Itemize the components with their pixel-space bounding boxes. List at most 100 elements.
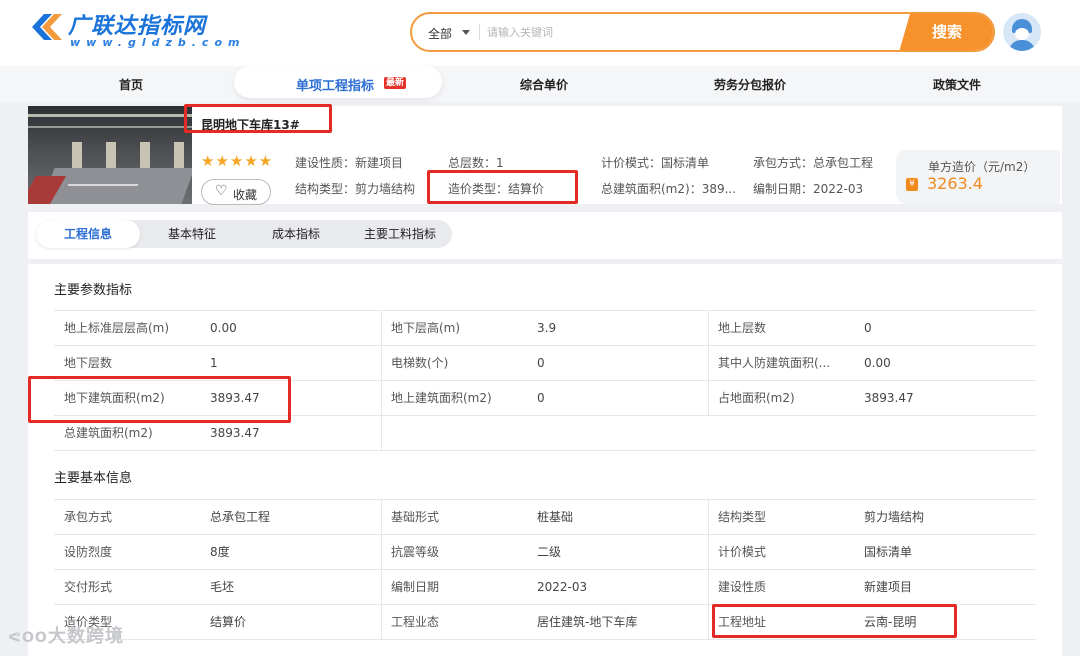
- table-row: 地下建筑面积(m2) 3893.47 地上建筑面积(m2) 0 占地面积(m2)…: [54, 381, 1036, 416]
- nav-item-policy[interactable]: 政策文件: [933, 76, 981, 93]
- attr-contract-mode: 承包方式：总承包工程: [753, 156, 874, 170]
- unit-price-box: 单方造价（元/m2） ¥ 3263.4: [896, 150, 1060, 204]
- watermark: ᕙOO大数跨境: [8, 622, 124, 648]
- rating-stars: ★★★★★: [201, 152, 274, 170]
- divider: [381, 381, 382, 416]
- section-title-basic-info: 主要基本信息: [54, 471, 133, 486]
- divider: [381, 311, 382, 346]
- tab-cost-index[interactable]: 成本指标: [244, 220, 348, 248]
- attr-structure-type: 结构类型：剪力墙结构: [295, 182, 416, 196]
- info-value: 二级: [537, 545, 562, 559]
- divider: [381, 346, 382, 381]
- param-value: 3893.47: [210, 426, 260, 440]
- lane-marking: [67, 184, 139, 186]
- param-label: 地下建筑面积(m2): [64, 391, 165, 405]
- divider: [708, 311, 709, 346]
- info-value: 结算价: [210, 615, 247, 629]
- attr-total-area: 总建筑面积(m2)：389...: [601, 182, 737, 196]
- divider: [708, 346, 709, 381]
- site-logo[interactable]: 广联达指标网 www.gldzb.com: [30, 8, 240, 52]
- divider: [381, 416, 382, 451]
- param-label: 地上建筑面积(m2): [391, 391, 492, 405]
- search-scope-select[interactable]: 全部: [428, 25, 452, 42]
- attr-cost-type: 造价类型：结算价: [448, 182, 545, 196]
- attr-total-floors: 总层数：1: [448, 156, 504, 170]
- tabs-bar: 工程信息 基本特征 成本指标 主要工料指标: [28, 212, 1062, 259]
- divider: [708, 500, 709, 535]
- heart-icon: ♡: [215, 183, 228, 199]
- info-value: 新建项目: [864, 580, 913, 594]
- attr-pricing-mode: 计价模式：国标清单: [601, 156, 710, 170]
- info-value: 2022-03: [537, 580, 588, 594]
- project-title: 昆明地下车库13#: [201, 118, 300, 132]
- param-label: 占地面积(m2): [718, 391, 795, 405]
- param-value: 3893.47: [210, 391, 260, 405]
- table-row: 总建筑面积(m2) 3893.47: [54, 416, 1036, 451]
- info-value: 云南-昆明: [864, 615, 917, 629]
- info-label: 交付形式: [64, 580, 113, 594]
- info-value: 居住建筑-地下车库: [537, 615, 638, 629]
- nav-item-single-project[interactable]: 单项工程指标 最新: [234, 66, 442, 98]
- watermark-text: 大数跨境: [48, 626, 124, 647]
- divider: [708, 605, 709, 640]
- param-value: 0: [537, 391, 545, 405]
- ceiling-light: [28, 126, 192, 128]
- price-icon: ¥: [906, 178, 918, 191]
- search-input[interactable]: [487, 21, 887, 43]
- table-row: 设防烈度 8度 抗震等级 二级 计价模式 国标清单: [54, 535, 1036, 570]
- user-body-icon: [1009, 40, 1035, 51]
- chevron-down-icon[interactable]: [462, 30, 470, 35]
- tab-basic-features[interactable]: 基本特征: [140, 220, 244, 248]
- tab-project-info[interactable]: 工程信息: [36, 220, 140, 248]
- tab-material-index[interactable]: 主要工料指标: [348, 220, 452, 248]
- param-label: 其中人防建筑面积(...: [718, 356, 831, 370]
- project-thumbnail[interactable]: [28, 106, 192, 204]
- favorite-label: 收藏: [233, 188, 258, 202]
- info-value: 毛坯: [210, 580, 235, 594]
- param-value: 1: [210, 356, 218, 370]
- nav-item-home[interactable]: 首页: [119, 76, 143, 93]
- attr-build-nature: 建设性质：新建项目: [295, 156, 404, 170]
- param-label: 地下层高(m): [391, 321, 461, 335]
- unit-price-label: 单方造价（元/m2）: [928, 160, 1036, 174]
- attr-compile-date: 编制日期：2022-03: [753, 182, 864, 196]
- user-avatar[interactable]: [1003, 13, 1041, 51]
- info-value: 总承包工程: [210, 510, 271, 524]
- table-row: 造价类型 结算价 工程业态 居住建筑-地下车库 工程地址 云南-昆明: [54, 605, 1036, 640]
- project-card: 昆明地下车库13# ★★★★★ ♡ 收藏 建设性质：新建项目 总层数：1 计价模…: [28, 106, 1062, 205]
- content-panel: 主要参数指标 地上标准层层高(m) 0.00 地下层高(m) 3.9 地上层数 …: [28, 264, 1062, 656]
- info-label: 工程地址: [718, 615, 767, 629]
- table-row: 承包方式 总承包工程 基础形式 桩基础 结构类型 剪力墙结构: [54, 500, 1036, 535]
- info-value: 桩基础: [537, 510, 574, 524]
- new-badge: 最新: [384, 77, 407, 89]
- info-value: 8度: [210, 545, 230, 559]
- watermark-logo-icon: ᕙOO: [8, 630, 48, 646]
- unit-price-value: 3263.4: [927, 174, 983, 193]
- search-bar: 全部 搜索: [410, 12, 995, 52]
- main-nav: 首页 单项工程指标 最新 综合单价 劳务分包报价 政策文件: [0, 66, 1080, 102]
- info-label: 工程业态: [391, 615, 440, 629]
- param-value: 0.00: [864, 356, 891, 370]
- divider: [381, 500, 382, 535]
- divider: [381, 605, 382, 640]
- info-value: 剪力墙结构: [864, 510, 925, 524]
- param-label: 地上标准层层高(m): [64, 321, 170, 335]
- param-value: 0: [864, 321, 872, 335]
- face-icon: [1015, 28, 1029, 40]
- param-value: 0.00: [210, 321, 237, 335]
- basic-info-table: 承包方式 总承包工程 基础形式 桩基础 结构类型 剪力墙结构 设防烈度 8度 抗…: [54, 499, 1036, 640]
- top-header: 广联达指标网 www.gldzb.com 全部 搜索: [0, 0, 1080, 66]
- param-value: 3.9: [537, 321, 557, 335]
- param-value: 0: [537, 356, 545, 370]
- info-value: 国标清单: [864, 545, 913, 559]
- param-label: 地上层数: [718, 321, 767, 335]
- nav-item-labor-quote[interactable]: 劳务分包报价: [714, 76, 786, 93]
- info-label: 编制日期: [391, 580, 440, 594]
- nav-item-unit-price[interactable]: 综合单价: [520, 76, 568, 93]
- table-row: 交付形式 毛坯 编制日期 2022-03 建设性质 新建项目: [54, 570, 1036, 605]
- info-label: 建设性质: [718, 580, 767, 594]
- info-label: 计价模式: [718, 545, 767, 559]
- nav-item-label: 单项工程指标: [296, 79, 375, 94]
- search-button[interactable]: 搜索: [899, 14, 993, 50]
- favorite-button[interactable]: ♡ 收藏: [201, 179, 271, 205]
